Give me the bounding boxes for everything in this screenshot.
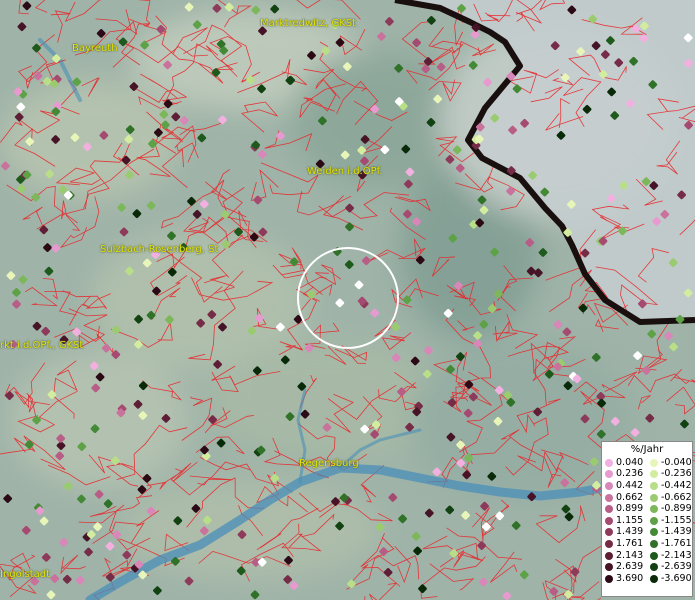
legend-value: -2.639 (661, 561, 692, 573)
legend-swatch (605, 505, 613, 514)
legend-row: 2.639 -2.639 (602, 561, 692, 573)
legend-entry-negative: -1.761 (647, 537, 692, 549)
legend-row: 0.040 -0.040 (602, 457, 692, 469)
city-label-bayreuth: Bayreuth (72, 43, 118, 54)
city-label-neumarkt: rkt i.d.OPf., GKSt (0, 340, 84, 351)
legend-title: %/Jahr (630, 444, 664, 455)
legend-value: 0.442 (616, 479, 644, 491)
legend-entry-positive: 3.690 (602, 572, 647, 584)
legend-row: 3.690 -3.690 (602, 573, 692, 585)
legend-value: 1.439 (616, 526, 644, 538)
legend-row: 1.761 -1.761 (602, 538, 692, 550)
legend-value: 0.236 (616, 468, 644, 480)
legend-row: 2.143 -2.143 (602, 550, 692, 562)
legend-value: -1.155 (661, 514, 692, 526)
legend-value: -1.761 (661, 537, 692, 549)
legend-entry-positive: 0.899 (602, 504, 647, 514)
legend-entry-negative: -3.690 (647, 572, 692, 584)
legend-row: 0.662 -0.662 (602, 492, 692, 504)
legend-entry-negative: -2.143 (647, 549, 692, 561)
city-label-ingolstadt: Ingolstadt (0, 569, 51, 580)
legend-swatch (650, 574, 658, 583)
legend-swatch (650, 539, 658, 548)
legend-value: 1.155 (616, 514, 644, 526)
legend-swatch (605, 493, 613, 502)
legend-entry-negative: -0.662 (647, 491, 692, 503)
legend-swatch (650, 563, 658, 572)
legend-entry-negative: -0.040 (647, 456, 692, 468)
legend-swatch (650, 551, 658, 560)
legend-entry-positive: 2.639 (602, 562, 647, 572)
legend-row: 1.155 -1.155 (602, 515, 692, 527)
legend-swatch (605, 563, 613, 572)
legend-swatch (650, 493, 658, 502)
legend-swatch (650, 458, 658, 467)
map-canvas[interactable] (0, 0, 695, 600)
legend: %/Jahr 0.040 -0.040 0.236 -0.236 0.442 -0.442… (601, 441, 693, 597)
legend-entry-positive: 1.439 (602, 527, 647, 537)
legend-value: -1.439 (661, 526, 692, 538)
legend-swatch (605, 574, 613, 583)
legend-entry-positive: 0.236 (602, 469, 647, 479)
legend-entry-negative: -0.442 (647, 479, 692, 491)
city-label-sulzbach-rosenberg: Sulzbach-Rosenberg, St (100, 244, 219, 255)
legend-value: -0.662 (661, 491, 692, 503)
legend-row: 1.439 -1.439 (602, 527, 692, 539)
legend-entry-negative: -0.236 (647, 469, 692, 479)
legend-swatch (605, 470, 613, 479)
legend-value: 3.690 (616, 572, 644, 584)
legend-entry-positive: 0.662 (602, 491, 647, 503)
legend-value: -2.143 (661, 549, 692, 561)
city-label-weiden: Weiden i.d.OPf. (307, 166, 383, 177)
legend-swatch (605, 528, 613, 537)
legend-entry-positive: 0.040 (602, 456, 647, 468)
legend-swatch (605, 539, 613, 548)
legend-swatch (605, 481, 613, 490)
legend-row: 0.899 -0.899 (602, 503, 692, 515)
legend-value: -0.899 (661, 503, 692, 515)
legend-swatch (650, 516, 658, 525)
legend-swatch (650, 528, 658, 537)
legend-swatch (605, 458, 613, 467)
legend-value: 1.761 (616, 537, 644, 549)
legend-swatch (650, 481, 658, 490)
legend-entry-positive: 2.143 (602, 549, 647, 561)
legend-value: 0.899 (616, 503, 644, 515)
legend-swatch (605, 551, 613, 560)
legend-swatch (605, 516, 613, 525)
legend-value: -3.690 (661, 572, 692, 584)
legend-entry-negative: -0.899 (647, 504, 692, 514)
city-label-marktredwitz: Marktredwitz, GKSt (260, 18, 357, 29)
legend-value: 0.662 (616, 491, 644, 503)
legend-entry-negative: -1.439 (647, 527, 692, 537)
legend-swatch (650, 470, 658, 479)
legend-value: 0.040 (616, 456, 644, 468)
legend-entry-positive: 1.761 (602, 537, 647, 549)
legend-value: -0.236 (661, 468, 692, 480)
legend-row: 0.442 -0.442 (602, 480, 692, 492)
legend-value: -0.442 (661, 479, 692, 491)
legend-value: 2.143 (616, 549, 644, 561)
legend-value: -0.040 (661, 456, 692, 468)
city-label-regensburg: Regensburg (299, 458, 359, 469)
legend-entry-negative: -1.155 (647, 514, 692, 526)
legend-entry-positive: 1.155 (602, 514, 647, 526)
legend-value: 2.639 (616, 561, 644, 573)
legend-entry-positive: 0.442 (602, 479, 647, 491)
legend-swatch (650, 505, 658, 514)
legend-row: 0.236 -0.236 (602, 469, 692, 481)
legend-entry-negative: -2.639 (647, 562, 692, 572)
